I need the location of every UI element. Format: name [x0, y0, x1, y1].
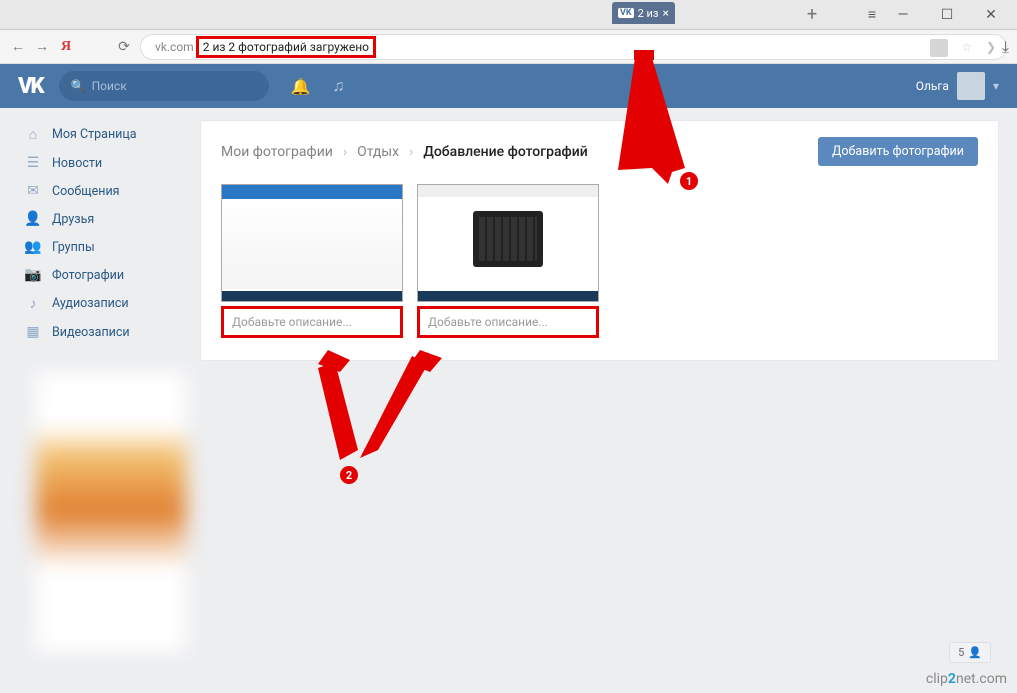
url-host: vk.com — [155, 40, 194, 54]
sidebar-item-label: Фотографии — [52, 268, 124, 283]
photo-description-input[interactable]: Добавьте описание... — [221, 306, 403, 338]
notifications-icon[interactable]: 🔔 — [291, 77, 311, 96]
photo-description-input[interactable]: Добавьте описание... — [417, 306, 599, 338]
annotation-badge-1: 1 — [680, 172, 698, 190]
addr-arrow-icon: ❯ — [986, 40, 996, 54]
yandex-icon[interactable]: Я — [58, 39, 74, 55]
news-icon: ☰ — [24, 155, 42, 171]
breadcrumb-root[interactable]: Мои фотографии — [221, 144, 333, 160]
vk-logo-icon[interactable]: VK — [18, 74, 43, 99]
vk-badge-icon: VK — [618, 8, 634, 18]
sidebar-item-audio[interactable]: ♪ Аудиозаписи — [18, 289, 176, 318]
photos-icon: 📷 — [24, 267, 42, 283]
reload-icon[interactable]: ⟳ — [116, 39, 132, 55]
sidebar-item-label: Новости — [52, 156, 102, 171]
msg-icon: ✉ — [24, 183, 42, 199]
search-icon: 🔍 — [71, 79, 86, 93]
url-status-highlight: 2 из 2 фотографий загружено — [196, 36, 376, 58]
window-close-button[interactable]: ✕ — [969, 1, 1013, 29]
sidebar-item-label: Видеозаписи — [52, 325, 130, 340]
browser-tab[interactable]: VK 2 из × — [612, 2, 675, 24]
groups-icon: 👥 — [24, 239, 42, 255]
photo-preview[interactable] — [417, 184, 599, 302]
people-counter[interactable]: 5 👤 — [949, 642, 991, 663]
photo-thumb: Добавьте описание... — [417, 184, 599, 338]
counter-value: 5 — [958, 646, 964, 659]
bookmark-icon[interactable]: ☆ — [961, 40, 972, 54]
sidebar-item-label: Сообщения — [52, 184, 120, 199]
avatar — [957, 72, 985, 100]
sidebar-item-news[interactable]: ☰ Новости — [18, 149, 176, 177]
sidebar-ad — [36, 372, 186, 652]
watermark: clip2net.com — [926, 671, 1007, 687]
maximize-button[interactable]: ☐ — [925, 1, 969, 29]
forward-icon[interactable]: → — [34, 38, 50, 55]
sidebar: ⌂ Моя Страница ☰ Новости ✉ Сообщения 👤 Друзья 👥 Г… — [18, 120, 176, 346]
add-photos-button[interactable]: Добавить фотографии — [818, 137, 978, 166]
sidebar-item-label: Аудиозаписи — [52, 296, 129, 311]
breadcrumb-album[interactable]: Отдых — [357, 144, 399, 160]
sidebar-item-msg[interactable]: ✉ Сообщения — [18, 177, 176, 205]
chevron-down-icon: ▾ — [993, 79, 999, 93]
chevron-right-icon: › — [343, 144, 347, 160]
sidebar-item-label: Группы — [52, 240, 95, 255]
annotation-arrow-1 — [600, 50, 710, 190]
photo-thumb: Добавьте описание... — [221, 184, 403, 338]
sidebar-item-friends[interactable]: 👤 Друзья — [18, 205, 176, 233]
person-icon: 👤 — [968, 646, 982, 659]
lock-icon — [930, 39, 948, 57]
menu-icon[interactable]: ≡ — [850, 0, 894, 28]
window-titlebar: VK 2 из × + ≡ — ☐ ✕ — [0, 0, 1017, 30]
address-bar: ← → Я ⟳ vk.com 2 из 2 фотографий загруже… — [0, 30, 1017, 64]
sidebar-item-label: Моя Страница — [52, 127, 137, 142]
music-icon[interactable]: ♫ — [333, 76, 345, 96]
tab-title: 2 из — [638, 7, 659, 20]
audio-icon: ♪ — [24, 295, 42, 312]
username: Ольга — [916, 79, 949, 93]
close-icon[interactable]: × — [662, 6, 668, 20]
user-menu[interactable]: Ольга ▾ — [916, 72, 999, 100]
breadcrumb-current: Добавление фотографий — [423, 144, 587, 160]
downloads-icon[interactable]: ⤓ — [1002, 37, 1009, 57]
url-field[interactable]: vk.com 2 из 2 фотографий загружено ☆ ❯ — [140, 34, 1007, 60]
annotation-arrow-2 — [300, 350, 480, 480]
sidebar-item-label: Друзья — [52, 212, 94, 227]
photo-preview[interactable] — [221, 184, 403, 302]
friends-icon: 👤 — [24, 211, 42, 227]
home-icon: ⌂ — [24, 126, 42, 143]
new-tab-button[interactable]: + — [790, 0, 834, 28]
search-placeholder: Поиск — [92, 79, 127, 93]
video-icon: ▦ — [24, 324, 42, 340]
sidebar-item-groups[interactable]: 👥 Группы — [18, 233, 176, 261]
chevron-right-icon: › — [409, 144, 413, 160]
back-icon[interactable]: ← — [10, 38, 26, 55]
annotation-badge-2: 2 — [340, 466, 358, 484]
sidebar-item-video[interactable]: ▦ Видеозаписи — [18, 318, 176, 346]
search-input[interactable]: 🔍 Поиск — [59, 71, 269, 101]
sidebar-item-home[interactable]: ⌂ Моя Страница — [18, 120, 176, 149]
sidebar-item-photos[interactable]: 📷 Фотографии — [18, 261, 176, 289]
vk-header: VK 🔍 Поиск 🔔 ♫ Ольга ▾ — [0, 64, 1017, 108]
